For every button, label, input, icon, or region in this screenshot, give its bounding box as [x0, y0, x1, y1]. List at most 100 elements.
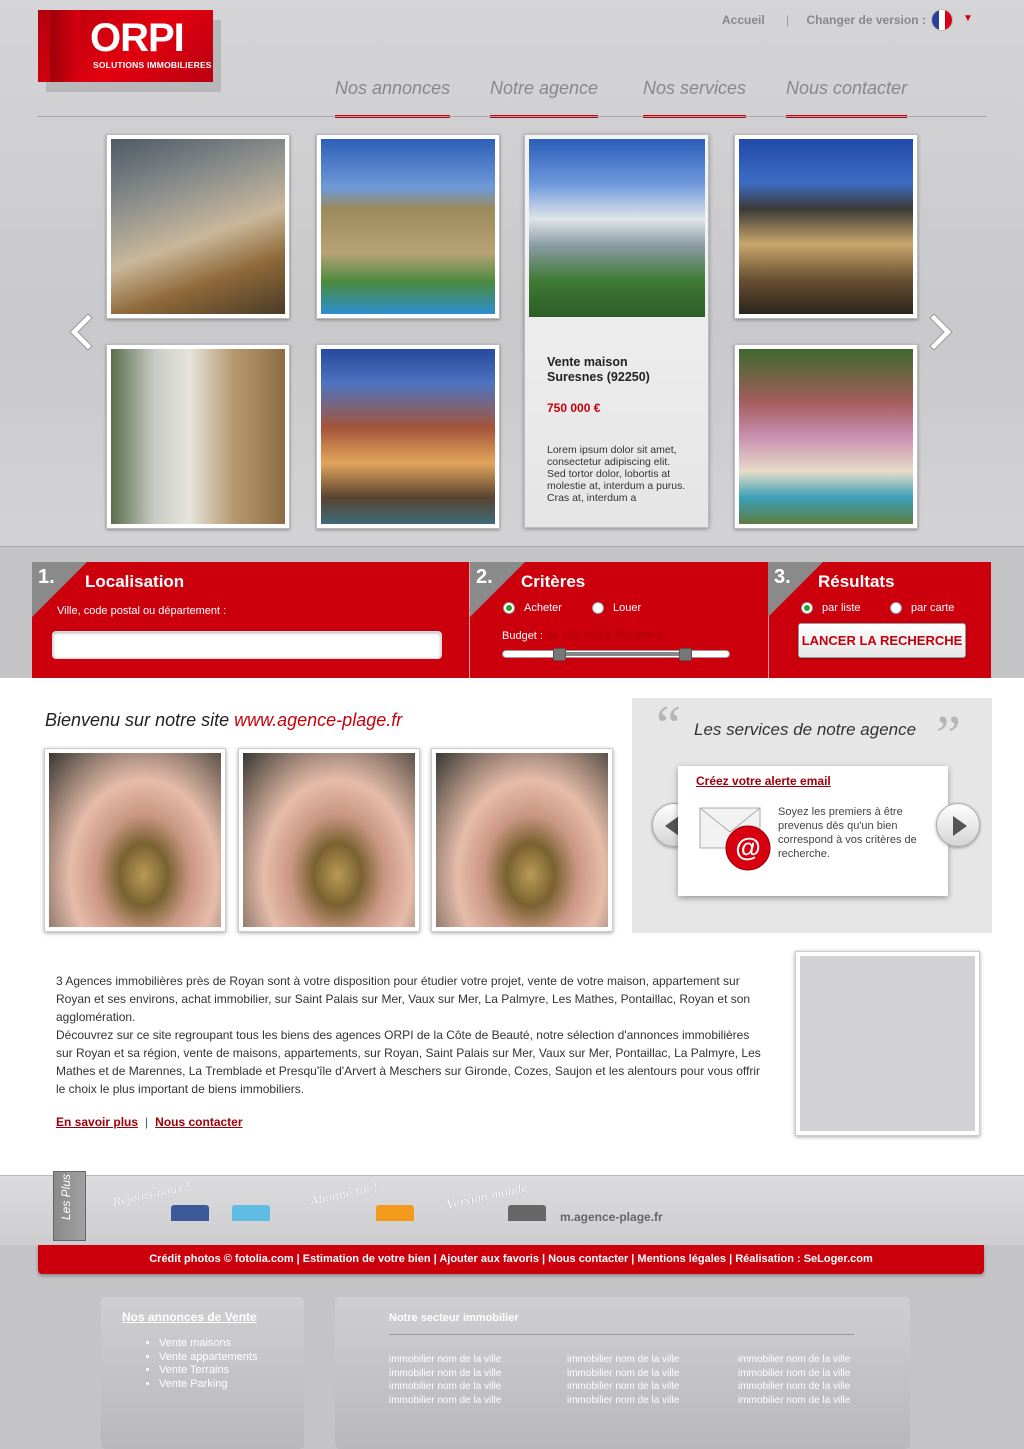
sector-link[interactable]: immobilier nom de la ville [389, 1394, 501, 1408]
change-version-label: Changer de version : [806, 13, 926, 27]
featured-title[interactable]: Vente maison Suresnes (92250) [547, 355, 686, 385]
search-step-criteres: 2. Critères [470, 562, 768, 678]
sale-title[interactable]: Nos annonces de Vente [122, 1310, 257, 1324]
services-panel: “ Les services de notre agence ” Créez v… [632, 698, 992, 933]
radio-louer[interactable]: Louer [592, 602, 641, 614]
arrow-right-icon[interactable] [928, 312, 956, 352]
radio-acheter[interactable]: Acheter [503, 602, 562, 614]
sector-link[interactable]: immobilier nom de la ville [738, 1380, 850, 1394]
french-flag-icon[interactable] [931, 9, 953, 31]
key-photo [238, 748, 420, 932]
header-area: ORPI SOLUTIONS IMMOBILIERES Accueil | Ch… [0, 0, 1024, 547]
email-alert-link[interactable]: Créez votre alerte email [696, 774, 831, 788]
slider-handle-min[interactable] [553, 648, 566, 661]
property-thumb[interactable] [106, 344, 290, 529]
sale-item[interactable]: Vente maisons [159, 1337, 257, 1351]
les-plus-tab: Les Plus [53, 1171, 86, 1241]
site-url[interactable]: www.agence-plage.fr [234, 710, 402, 730]
location-input[interactable] [52, 631, 442, 659]
budget-value: de 150 000 à 750 000 € [546, 630, 663, 642]
sector-link[interactable]: immobilier nom de la ville [738, 1367, 850, 1381]
nav-nos-services[interactable]: Nos services [643, 78, 747, 118]
step-title: Localisation [85, 572, 185, 591]
property-photo [739, 349, 913, 524]
welcome-heading: Bienvenu sur notre site www.agence-plage… [45, 710, 403, 730]
sale-item[interactable]: Vente Terrains [159, 1364, 257, 1378]
featured-description: Lorem ipsum dolor sit amet, consectetur … [547, 444, 686, 504]
social-bar: Les Plus Rejoins-nous ! Abonne toi ! Ver… [0, 1171, 1024, 1245]
sector-link[interactable]: immobilier nom de la ville [567, 1394, 679, 1408]
subscribe-label: Abonne toi ! [309, 1181, 379, 1208]
sale-item[interactable]: Vente appartements [159, 1351, 257, 1365]
slider-handle-max[interactable] [679, 648, 692, 661]
nav-divider [37, 116, 987, 117]
step-title: Critères [521, 572, 586, 591]
agency-description: 3 Agences immobilières près de Royan son… [56, 974, 761, 1096]
property-thumb[interactable] [106, 134, 290, 319]
close-quote-icon: ” [936, 705, 961, 767]
sector-link[interactable]: immobilier nom de la ville [389, 1367, 501, 1381]
home-link[interactable]: Accueil [722, 13, 765, 27]
property-photo [739, 139, 913, 314]
location-label: Ville, code postal ou département : [57, 605, 227, 617]
footer-links-bar[interactable]: Crédit photos © fotolia.com | Estimation… [38, 1245, 984, 1274]
step-title: Résultats [818, 572, 895, 591]
main-content: Bienvenu sur notre site www.agence-plage… [0, 678, 1024, 1175]
radio-par-liste[interactable]: par liste [801, 602, 861, 614]
key-photo [44, 748, 226, 932]
radio-par-carte[interactable]: par carte [890, 602, 954, 614]
orpi-logo[interactable]: ORPI SOLUTIONS IMMOBILIERES [38, 10, 221, 92]
services-title: Les services de notre agence [694, 720, 917, 739]
sector-link[interactable]: immobilier nom de la ville [389, 1380, 501, 1394]
property-thumb[interactable] [316, 344, 500, 529]
nav-notre-agence[interactable]: Notre agence [490, 78, 599, 118]
about-links: En savoir plus | Nous contacter [56, 1115, 243, 1129]
property-thumb[interactable] [316, 134, 500, 319]
property-thumb[interactable] [734, 134, 918, 319]
property-photo [111, 349, 285, 524]
logo-text: ORPI [90, 16, 185, 60]
sector-link[interactable]: immobilier nom de la ville [567, 1353, 679, 1367]
contact-link[interactable]: Nous contacter [155, 1115, 242, 1129]
service-description: Soyez les premiers à être prevenus dès q… [778, 806, 917, 860]
rss-icon[interactable] [376, 1205, 414, 1221]
learn-more-link[interactable]: En savoir plus [56, 1115, 138, 1129]
services-next-icon[interactable] [936, 803, 980, 847]
sector-link[interactable]: immobilier nom de la ville [567, 1367, 679, 1381]
sector-link[interactable]: immobilier nom de la ville [738, 1394, 850, 1408]
search-step-localisation: 1. Localisation Ville, code postal ou dé… [32, 562, 470, 678]
nav-nous-contacter[interactable]: Nous contacter [786, 78, 908, 118]
mobile-phone-icon[interactable] [508, 1205, 546, 1221]
logo-tagline: SOLUTIONS IMMOBILIERES [93, 60, 212, 70]
featured-price: 750 000 € [547, 401, 601, 415]
budget-label: Budget : de 150 000 à 750 000 € [502, 630, 663, 642]
footer-sale-box: Nos annonces de Vente Vente maisons Vent… [101, 1297, 304, 1449]
sector-link[interactable]: immobilier nom de la ville [389, 1353, 501, 1367]
facebook-icon[interactable] [171, 1205, 209, 1221]
property-thumb[interactable] [734, 344, 918, 529]
svg-text:@: @ [735, 832, 760, 862]
featured-listing[interactable]: Vente maison Suresnes (92250) 750 000 € … [524, 134, 709, 528]
search-bar: 1. Localisation Ville, code postal ou dé… [32, 562, 991, 678]
arrow-left-icon[interactable] [66, 312, 94, 352]
chevron-down-icon[interactable]: ▼ [963, 13, 973, 24]
top-links: Accueil | Changer de version : [722, 13, 926, 27]
mobile-url[interactable]: m.agence-plage.fr [560, 1210, 663, 1224]
email-alert-icon: @ [699, 807, 771, 871]
sector-title: Notre secteur immobilier [389, 1312, 519, 1324]
search-button[interactable]: LANCER LA RECHERCHE [798, 623, 966, 658]
sector-link[interactable]: immobilier nom de la ville [567, 1380, 679, 1394]
property-photo [321, 349, 495, 524]
nav-nos-annonces[interactable]: Nos annonces [335, 78, 451, 118]
property-photo [111, 139, 285, 314]
open-quote-icon: “ [656, 695, 681, 757]
property-photo [529, 139, 705, 317]
twitter-icon[interactable] [232, 1205, 270, 1221]
property-photo [321, 139, 495, 314]
search-step-resultats: 3. Résultats [768, 562, 991, 678]
image-placeholder [795, 951, 980, 1136]
sector-link[interactable]: immobilier nom de la ville [738, 1353, 850, 1367]
sale-item[interactable]: Vente Parking [159, 1378, 257, 1392]
service-card: Créez votre alerte email @ Soyez les pre… [678, 766, 948, 896]
budget-slider[interactable] [502, 648, 730, 661]
